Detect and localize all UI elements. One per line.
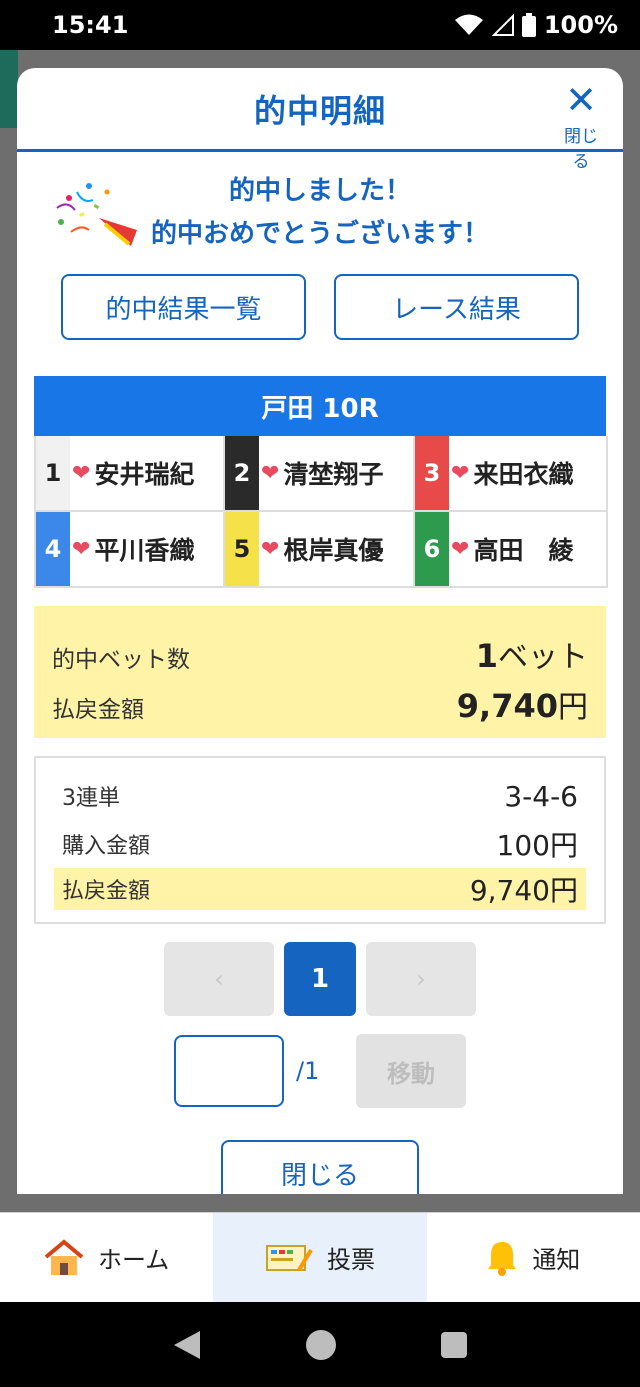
- tab-home-label: ホーム: [98, 1246, 170, 1274]
- ballot-icon: [265, 1244, 313, 1271]
- close-label: 閉じる: [564, 127, 598, 172]
- bet-detail: 3連単 3-4-6 購入金額 100円 払戻金額 9,740円: [34, 756, 606, 924]
- heart-icon: ❤: [261, 536, 280, 562]
- purchase-row: 購入金額 100円: [54, 820, 586, 868]
- status-icons: 100%: [454, 11, 618, 39]
- home-icon: [44, 1238, 84, 1275]
- racer-name: 高田 綾: [473, 536, 574, 565]
- racer-cell: 5 ❤ 根岸真優: [225, 512, 415, 588]
- bet-type-label: 3連単: [62, 786, 120, 811]
- close-icon: ✕: [565, 78, 597, 122]
- system-nav-bar: [0, 1302, 640, 1387]
- prev-page-button[interactable]: ‹: [164, 942, 274, 1016]
- payout-row: 払戻金額 9,740円: [52, 682, 588, 732]
- detail-payout-value: 9,740円: [469, 874, 578, 907]
- bet-type-row: 3連単 3-4-6: [54, 772, 586, 820]
- page-jump: /1 移動: [17, 1034, 623, 1108]
- congrats-message: 的中しました！ 的中おめでとうございます！: [17, 170, 623, 256]
- modal-header: 的中明細 ✕ 閉じる: [17, 68, 623, 172]
- racer-number: 1: [36, 436, 70, 510]
- racer-cell: 4 ❤ 平川香織: [36, 512, 225, 588]
- racer-number: 6: [415, 512, 449, 586]
- race-info: 戸田 10R 1 ❤ 安井瑞紀 2 ❤ 清埜翔子 3 ❤ 来田衣織 4 ❤ 平川…: [34, 376, 608, 588]
- move-button[interactable]: 移動: [356, 1034, 466, 1108]
- payout-label: 払戻金額: [52, 697, 144, 723]
- current-page[interactable]: 1: [284, 942, 356, 1016]
- racer-grid: 1 ❤ 安井瑞紀 2 ❤ 清埜翔子 3 ❤ 来田衣織 4 ❤ 平川香織 5 ❤: [34, 436, 608, 588]
- racer-cell: 1 ❤ 安井瑞紀: [36, 436, 225, 512]
- pagination: ‹ 1 ›: [17, 942, 623, 1016]
- party-popper-icon: [56, 183, 137, 246]
- heart-icon: ❤: [72, 536, 91, 562]
- purchase-label: 購入金額: [62, 834, 151, 859]
- heart-icon: ❤: [261, 460, 280, 486]
- bet-combination: 3-4-6: [504, 779, 578, 813]
- race-result-button[interactable]: レース結果: [334, 274, 579, 340]
- detail-payout-row: 払戻金額 9,740円: [54, 868, 586, 910]
- racer-name: 根岸真優: [283, 536, 384, 565]
- racer-number: 5: [225, 512, 259, 586]
- hit-results-list-button[interactable]: 的中結果一覧: [61, 274, 306, 340]
- bottom-tab-bar: ホーム 投票 通知: [0, 1212, 640, 1302]
- home-nav-icon[interactable]: [305, 1329, 337, 1361]
- heart-icon: ❤: [451, 536, 470, 562]
- bet-count-label: 的中ベット数: [52, 647, 190, 673]
- tab-vote-label: 投票: [326, 1246, 375, 1274]
- next-page-button[interactable]: ›: [366, 942, 476, 1016]
- racer-cell: 3 ❤ 来田衣織: [415, 436, 608, 512]
- battery-text: 100%: [543, 11, 618, 39]
- back-icon[interactable]: [172, 1329, 202, 1361]
- racer-name: 平川香織: [94, 536, 195, 565]
- heart-icon: ❤: [451, 460, 470, 486]
- tab-notify[interactable]: 通知: [427, 1213, 640, 1302]
- racer-name: 安井瑞紀: [94, 460, 195, 489]
- bet-count-value: 1ベット: [476, 632, 588, 676]
- battery-icon: [521, 13, 536, 37]
- heart-icon: ❤: [72, 460, 91, 486]
- bet-count-unit: ベット: [498, 640, 588, 675]
- action-buttons: 的中結果一覧 レース結果: [17, 274, 623, 340]
- recents-icon[interactable]: [440, 1331, 468, 1359]
- payout-unit: 円: [558, 690, 588, 725]
- racer-number: 3: [415, 436, 449, 510]
- page-number-input[interactable]: [174, 1035, 284, 1107]
- bet-count-row: 的中ベット数 1ベット: [52, 632, 588, 682]
- payout-number: 9,740: [456, 687, 558, 725]
- background-header-strip: [0, 50, 18, 128]
- bell-icon: [488, 1241, 517, 1276]
- racer-name: 来田衣織: [473, 460, 574, 489]
- bet-count-number: 1: [475, 637, 498, 675]
- purchase-value: 100円: [496, 829, 578, 862]
- tab-home[interactable]: ホーム: [0, 1213, 213, 1302]
- wifi-icon: [454, 14, 483, 35]
- hit-detail-modal: 的中明細 ✕ 閉じる 的中しました！ 的中おめでとうございます！ 的中結果一覧 …: [17, 68, 623, 1194]
- racer-number: 2: [225, 436, 259, 510]
- tab-vote[interactable]: 投票: [213, 1213, 427, 1302]
- race-title: 戸田 10R: [34, 376, 606, 436]
- cell-signal-icon: [491, 14, 514, 36]
- close-button[interactable]: 閉じる: [221, 1140, 419, 1194]
- hit-summary: 的中ベット数 1ベット 払戻金額 9,740円: [34, 606, 606, 738]
- racer-number: 4: [36, 512, 70, 586]
- status-time: 15:41: [52, 11, 129, 39]
- detail-payout-label: 払戻金額: [62, 879, 151, 904]
- modal-close-button[interactable]: ✕ 閉じる: [557, 80, 605, 172]
- racer-cell: 6 ❤ 高田 綾: [415, 512, 608, 588]
- page-total: /1: [296, 1057, 320, 1085]
- racer-name: 清埜翔子: [283, 460, 384, 489]
- payout-value: 9,740円: [457, 682, 588, 726]
- tab-notify-label: 通知: [532, 1246, 581, 1274]
- modal-title: 的中明細: [253, 91, 386, 130]
- racer-cell: 2 ❤ 清埜翔子: [225, 436, 415, 512]
- status-bar: 15:41 100%: [0, 0, 640, 50]
